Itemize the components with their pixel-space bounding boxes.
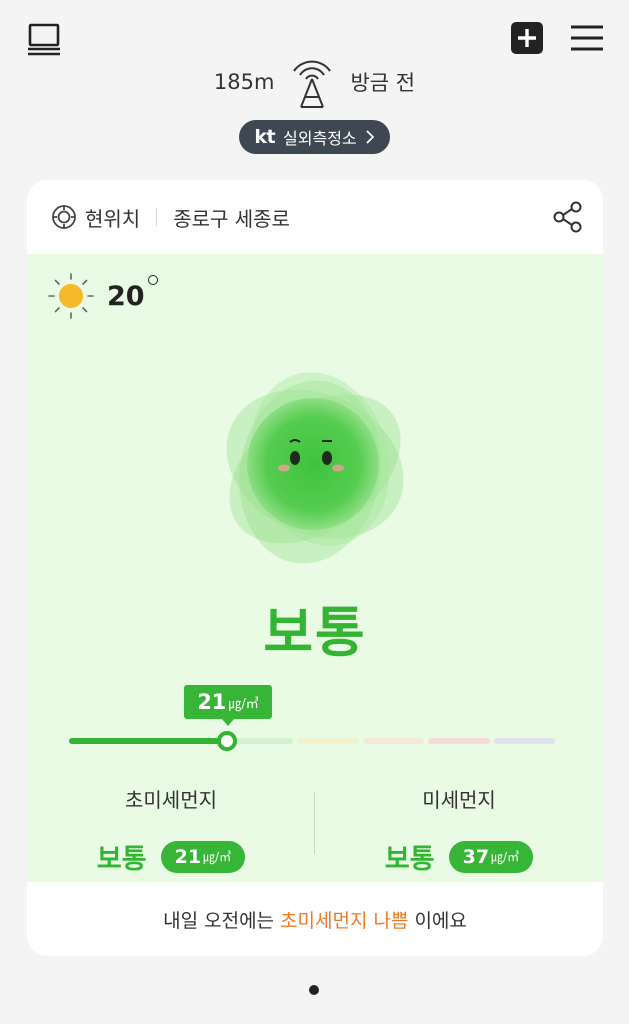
air-quality-panel: 20 보통 21 ㎍/㎥ 초미세먼지 보통 21 ㎍/㎥ 미세먼지 보통 37 … xyxy=(27,254,603,882)
location-bar: 현위치 종로구 세종로 xyxy=(27,180,603,254)
current-value-unit: ㎍/㎥ xyxy=(228,696,259,712)
forecast-highlight: 초미세먼지 나쁨 xyxy=(280,909,409,932)
station-distance: 185m xyxy=(213,70,275,94)
pm25-summary: 초미세먼지 보통 21 ㎍/㎥ xyxy=(27,784,315,876)
share-icon xyxy=(553,201,582,233)
pm10-title: 미세먼지 xyxy=(422,788,496,812)
measuring-station-label: 실외측정소 xyxy=(283,129,357,148)
pm25-unit: ㎍/㎥ xyxy=(203,850,232,864)
scale-segment xyxy=(297,738,359,744)
measuring-station-button[interactable]: kt 실외측정소 xyxy=(239,120,390,154)
forecast-suffix: 이에요 xyxy=(414,909,467,932)
pm25-title: 초미세먼지 xyxy=(125,788,217,812)
current-location-label[interactable]: 현위치 xyxy=(85,203,140,232)
pm25-grade: 보통 xyxy=(96,844,147,875)
chevron-right-icon xyxy=(366,130,374,144)
status-character-illustration xyxy=(226,372,404,564)
degree-symbol xyxy=(147,274,158,285)
pm25-value-badge: 21 ㎍/㎥ xyxy=(160,840,246,873)
divider xyxy=(156,208,158,226)
station-info: 185m 방금 전 xyxy=(0,52,629,112)
antenna-tower-icon xyxy=(284,52,340,112)
scale-segment xyxy=(428,738,490,744)
kt-brand-label: kt xyxy=(254,126,276,148)
air-quality-scale-bar xyxy=(69,738,559,744)
station-updated-time: 방금 전 xyxy=(350,71,416,95)
air-quality-status: 보통 xyxy=(263,601,367,664)
pm10-unit: ㎍/㎥ xyxy=(491,850,520,864)
scale-segment xyxy=(362,738,425,744)
pm10-grade: 보통 xyxy=(384,844,435,875)
scale-segment xyxy=(493,738,555,744)
scale-indicator-knob xyxy=(217,731,237,751)
plus-square-icon xyxy=(511,22,543,54)
weather-summary: 20 xyxy=(47,272,158,320)
pm10-value-badge: 37 ㎍/㎥ xyxy=(448,840,534,873)
temperature-value: 20 xyxy=(107,274,158,312)
forecast-message[interactable]: 내일 오전에는 초미세먼지 나쁨 이에요 xyxy=(27,882,603,956)
share-button[interactable] xyxy=(551,200,585,234)
pm10-value: 37 xyxy=(462,845,490,868)
scale-segment xyxy=(232,738,294,744)
location-address[interactable]: 종로구 세종로 xyxy=(173,203,290,232)
forecast-prefix: 내일 오전에는 xyxy=(163,909,275,932)
sun-icon xyxy=(48,273,94,319)
current-value: 21 xyxy=(197,690,227,714)
pm10-summary: 미세먼지 보통 37 ㎍/㎥ xyxy=(315,784,603,876)
top-bar: 185m 방금 전 kt 실외측정소 xyxy=(0,0,629,180)
page-indicator-dot xyxy=(309,985,319,995)
scale-filled-segment xyxy=(69,738,226,744)
pm25-value: 21 xyxy=(174,845,202,868)
air-quality-card: 현위치 종로구 세종로 20 보통 21 ㎍/㎥ 초미세먼지 보통 21 ㎍/㎥… xyxy=(27,180,603,956)
target-icon[interactable] xyxy=(51,204,77,230)
current-value-bubble: 21 ㎍/㎥ xyxy=(184,685,272,726)
